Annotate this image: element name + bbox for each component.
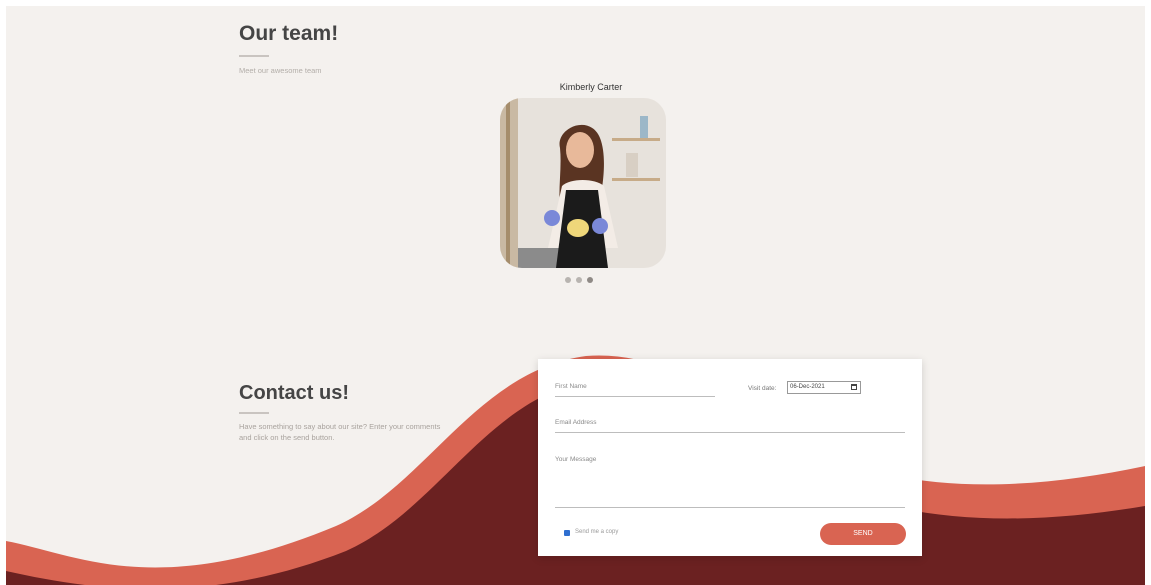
contact-title-underline bbox=[239, 412, 269, 414]
contact-title: Contact us! bbox=[239, 382, 349, 404]
member-name: Kimberly Carter bbox=[559, 82, 623, 92]
send-button[interactable]: SEND bbox=[820, 523, 906, 545]
visit-date-label: Visit date: bbox=[748, 385, 777, 392]
message-field[interactable]: Your Message bbox=[555, 456, 905, 508]
visit-date-input[interactable]: 06-Dec-2021 bbox=[787, 381, 861, 394]
carousel-dot-2[interactable] bbox=[576, 277, 582, 283]
page: Our team! Meet our awesome team Kimberly… bbox=[6, 6, 1145, 585]
carousel-dot-1[interactable] bbox=[565, 277, 571, 283]
first-name-field[interactable]: First Name bbox=[555, 383, 715, 397]
title-underline bbox=[239, 55, 269, 57]
calendar-icon[interactable] bbox=[851, 384, 857, 390]
send-copy-checkbox[interactable] bbox=[564, 530, 570, 536]
visit-date-value: 06-Dec-2021 bbox=[790, 384, 825, 390]
team-title: Our team! bbox=[239, 22, 339, 45]
contact-form: First Name Visit date: 06-Dec-2021 Email… bbox=[538, 359, 922, 556]
send-copy-label: Send me a copy bbox=[575, 529, 619, 535]
contact-description: Have something to say about our site? En… bbox=[239, 422, 441, 442]
portrait-photo-icon bbox=[500, 98, 666, 268]
carousel-dot-3[interactable] bbox=[587, 277, 593, 283]
carousel-dots bbox=[565, 277, 593, 283]
email-field[interactable]: Email Address bbox=[555, 419, 905, 433]
team-subtitle: Meet our awesome team bbox=[239, 66, 322, 75]
member-photo bbox=[500, 98, 666, 268]
